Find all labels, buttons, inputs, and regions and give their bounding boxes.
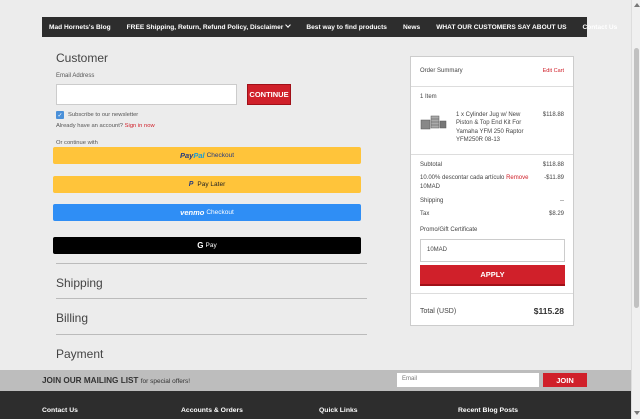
footer-heading-blog: Recent Blog Posts — [458, 407, 519, 414]
tax-label: Tax — [420, 211, 430, 217]
email-input[interactable] — [56, 84, 237, 105]
order-summary-header: Order Summary Edit Cart — [411, 57, 573, 87]
signin-row: Already have an account? Sign in now — [56, 123, 155, 129]
promo-label: Promo/Gift Certificate — [420, 227, 478, 233]
divider — [411, 154, 573, 155]
apply-button[interactable]: APPLY — [420, 265, 565, 286]
nav-item-testimonials[interactable]: WHAT OUR CUSTOMERS SAY ABOUT US — [428, 24, 574, 31]
total-label: Total (USD) — [420, 308, 457, 315]
shipping-label: Shipping — [420, 198, 444, 204]
edit-cart-link[interactable]: Edit Cart — [543, 68, 564, 74]
scroll-thumb[interactable] — [634, 48, 639, 308]
venmo-icon: venmo — [180, 208, 205, 217]
order-summary: Order Summary Edit Cart 1 Item 1 x Cylin… — [410, 56, 574, 326]
shipping-value: -- — [560, 198, 564, 204]
shipping-heading[interactable]: Shipping — [56, 276, 103, 290]
billing-heading[interactable]: Billing — [56, 311, 88, 325]
paypal-paylater-button[interactable]: P Pay Later — [53, 176, 361, 193]
divider — [56, 298, 367, 299]
order-summary-title: Order Summary — [420, 68, 463, 74]
mailing-email-input[interactable]: Email — [397, 373, 539, 387]
divider — [56, 334, 367, 335]
tax-value: $8.29 — [548, 211, 564, 217]
item-price: $118.88 — [542, 112, 564, 118]
paylater-label: Pay Later — [197, 181, 226, 188]
nav-item-contact[interactable]: Contact Us — [574, 24, 625, 31]
mailing-heading: JOIN OUR MAILING LIST for special offers… — [42, 376, 190, 385]
nav-item-blog[interactable]: Mad Hornets's Blog — [42, 24, 119, 31]
checkbox-checked-icon[interactable]: ✓ — [56, 111, 64, 119]
total-value: $115.28 — [533, 306, 564, 316]
discount-label: 10.00% descontar cada artículo — [420, 175, 505, 181]
google-pay-label: Pay — [205, 242, 217, 249]
subtotal-label: Subtotal — [420, 162, 443, 168]
venmo-checkout-button[interactable]: venmo Checkout — [53, 204, 361, 221]
chevron-down-icon — [285, 21, 292, 28]
top-nav: Mad Hornets's Blog FREE Shipping, Return… — [42, 17, 617, 37]
paypal-logo-pay: Pay — [179, 151, 194, 160]
customer-heading: Customer — [56, 51, 109, 65]
newsletter-label: Subscribe to our newsletter — [68, 112, 139, 118]
mailing-subtitle: for special offers! — [140, 378, 191, 385]
mailing-title: JOIN OUR MAILING LIST — [42, 376, 139, 385]
signin-link[interactable]: Sign in now — [125, 123, 155, 129]
nav-item-policy[interactable]: FREE Shipping, Return, Refund Policy, Di… — [119, 21, 299, 31]
newsletter-option[interactable]: ✓ Subscribe to our newsletter — [56, 111, 138, 119]
promo-code-input[interactable]: 10MAD — [420, 239, 565, 262]
paypal-logo-pal: Pal — [193, 151, 205, 160]
account-prompt: Already have an account? — [56, 123, 124, 129]
divider — [56, 263, 367, 264]
join-button[interactable]: JOIN — [543, 373, 587, 387]
footer: Contact Us Accounts & Orders Quick Links… — [0, 391, 631, 419]
footer-heading-quick-links: Quick Links — [319, 407, 358, 414]
discount-row: 10.00% descontar cada artículo Remove — [420, 175, 528, 181]
continue-button[interactable]: CONTINUE — [247, 84, 291, 105]
venmo-checkout-label: Checkout — [206, 209, 234, 216]
items-count: 1 Item — [420, 94, 437, 100]
mailing-list-bar: JOIN OUR MAILING LIST for special offers… — [0, 370, 631, 391]
scroll-up-icon[interactable] — [634, 3, 640, 7]
discount-value: -$11.89 — [544, 175, 564, 181]
remove-discount-link[interactable]: Remove — [506, 175, 528, 181]
product-thumbnail — [420, 115, 447, 130]
payment-heading[interactable]: Payment — [56, 347, 103, 361]
paypal-checkout-button[interactable]: PayPal Checkout — [53, 147, 361, 164]
discount-code: 10MAD — [420, 184, 441, 190]
email-label: Email Address — [56, 73, 95, 79]
google-pay-button[interactable]: G Pay — [53, 237, 361, 254]
page-scrollbar[interactable] — [631, 0, 640, 419]
scroll-down-icon[interactable] — [634, 411, 640, 415]
footer-heading-accounts: Accounts & Orders — [181, 407, 243, 414]
nav-item-news[interactable]: News — [395, 24, 428, 31]
subtotal-value: $118.88 — [542, 162, 564, 168]
google-g-icon: G — [197, 241, 204, 250]
nav-item-find-products[interactable]: Best way to find products — [298, 24, 395, 31]
or-continue-label: Or continue with — [56, 140, 98, 146]
paypal-icon: PayPal — [180, 151, 205, 160]
item-name: 1 x Cylinder Jug w/ New Piston & Top End… — [456, 112, 524, 143]
nav-item-policy-label: FREE Shipping, Return, Refund Policy, Di… — [126, 23, 284, 31]
paypal-p-icon: P — [188, 181, 194, 188]
footer-heading-contact: Contact Us — [42, 407, 78, 414]
divider — [411, 293, 573, 294]
paypal-checkout-label: Checkout — [206, 152, 235, 159]
